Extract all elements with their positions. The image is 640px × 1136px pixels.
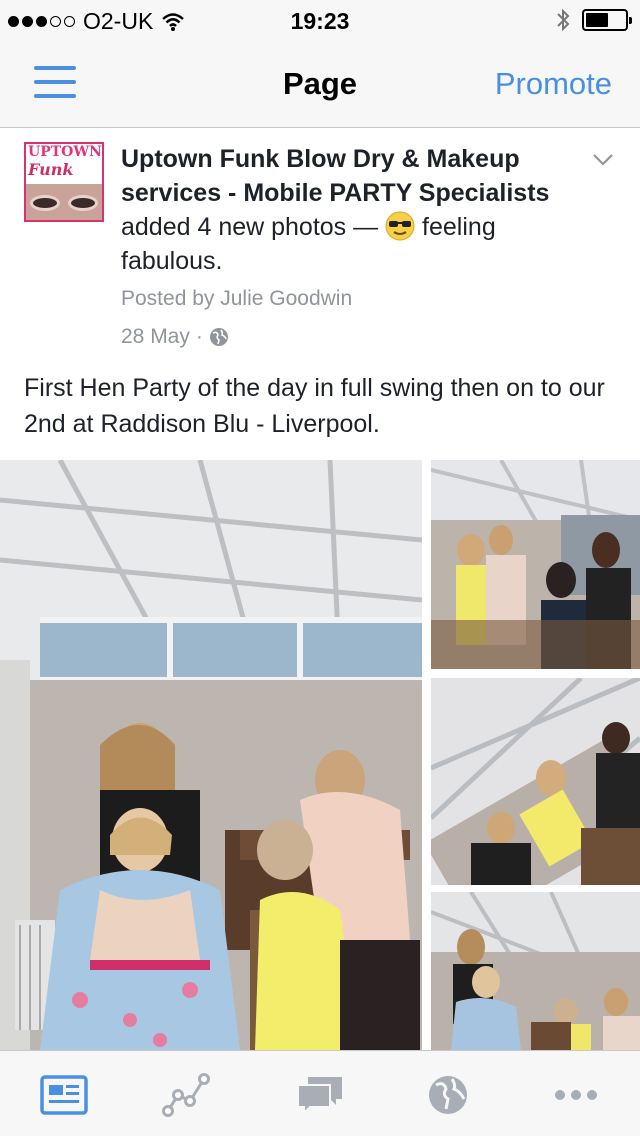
post-date[interactable]: 28 May: [121, 325, 190, 349]
insights-graph-icon[interactable]: [162, 1073, 210, 1117]
photo-main[interactable]: [0, 460, 422, 1050]
post-timestamp: 28 May ·: [121, 325, 229, 349]
messages-icon[interactable]: [296, 1073, 344, 1117]
promote-button[interactable]: Promote: [495, 66, 612, 102]
photo-thumb-3[interactable]: [431, 892, 640, 1050]
page-name-link[interactable]: Uptown Funk Blow Dry & Makeup services -…: [121, 145, 549, 207]
cool-sunglasses-emoji-icon: [385, 211, 415, 241]
tab-bar: [0, 1050, 640, 1136]
hen-party-photo-4: [431, 892, 640, 1050]
hen-party-photo-3: [431, 678, 640, 885]
clock-time: 19:23: [290, 8, 350, 34]
photo-thumb-2[interactable]: [431, 678, 640, 885]
post-caption: First Hen Party of the day in full swing…: [24, 374, 605, 438]
battery-icon: [582, 9, 632, 31]
news-feed-icon[interactable]: [40, 1073, 88, 1117]
feeling-dash: —: [353, 213, 379, 241]
more-dots-icon[interactable]: [552, 1073, 600, 1117]
date-separator: ·: [195, 325, 203, 348]
status-bar: O2-UK 19:23: [0, 0, 640, 40]
navigation-bar: Page Promote: [0, 40, 640, 128]
page-avatar[interactable]: UPTOWN Funk: [24, 142, 104, 222]
post-headline: Uptown Funk Blow Dry & Makeup services -…: [121, 142, 591, 278]
globe-notifications-icon[interactable]: [424, 1073, 472, 1117]
public-globe-icon: [209, 328, 228, 346]
avatar-logo: UPTOWN Funk: [26, 144, 102, 184]
post-action: added 4 new photos: [121, 213, 347, 241]
photo-grid: [0, 460, 640, 1050]
hen-party-photo-2: [431, 460, 640, 669]
chevron-down-icon[interactable]: [592, 148, 614, 170]
posted-by-label: Posted by Julie Goodwin: [121, 287, 353, 310]
photo-thumb-1[interactable]: [431, 460, 640, 669]
bluetooth-icon: [557, 8, 570, 32]
hen-party-photo-main: [0, 460, 422, 1050]
